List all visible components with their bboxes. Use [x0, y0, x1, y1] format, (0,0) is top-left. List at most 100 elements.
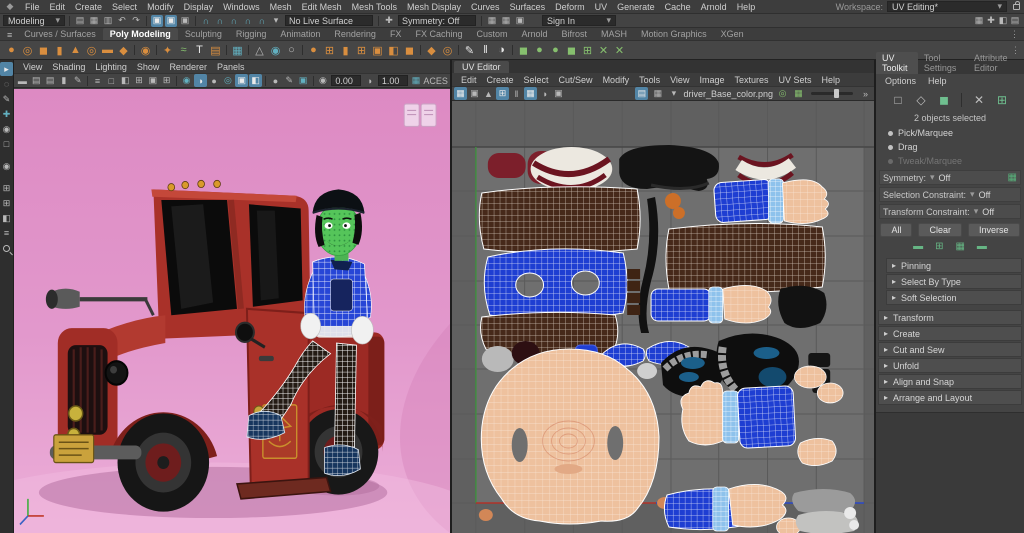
menu-mesh-tools[interactable]: Mesh Tools — [347, 2, 402, 12]
shelf-tab-xgen[interactable]: XGen — [714, 28, 751, 40]
exposure-icon[interactable]: ● — [269, 74, 282, 87]
maya-logo-icon[interactable]: ◆ — [3, 1, 17, 13]
snap-point-icon[interactable]: ∩ — [228, 15, 240, 27]
uv-bake-icon[interactable]: ▦ — [792, 87, 805, 100]
select-hierarchy-icon[interactable]: ▣ — [151, 15, 163, 27]
section-cut-and-sew[interactable]: ▸ Cut and Sew — [878, 342, 1022, 357]
shelf-overflow-dots-icon[interactable]: ⋮ — [1010, 29, 1024, 40]
uv-filter-icon[interactable]: ▣ — [552, 87, 565, 100]
multisample-icon[interactable]: ● — [208, 74, 221, 87]
shaded-icon[interactable]: ◧ — [119, 74, 132, 87]
sign-in-selector[interactable]: Sign In ▾ — [542, 15, 616, 26]
menu-edit-mesh[interactable]: Edit Mesh — [297, 2, 347, 12]
shadows-icon[interactable]: ⊞ — [160, 74, 173, 87]
uv-toolbar-expand-icon[interactable]: » — [859, 87, 872, 100]
snap-curve-icon[interactable]: ∩ — [214, 15, 226, 27]
render-settings-icon[interactable]: ▣ — [514, 15, 526, 27]
uv-menu-help[interactable]: Help — [817, 75, 846, 85]
face-mode-icon[interactable]: ◼ — [936, 92, 952, 108]
uv-menu-tools[interactable]: Tools — [634, 75, 665, 85]
uv-menu-select[interactable]: Select — [519, 75, 554, 85]
shelf-tab-rigging[interactable]: Rigging — [229, 28, 274, 40]
symmetry-option[interactable]: Symmetry: ▾ Off ▦ — [879, 170, 1021, 185]
torus-primitive-icon[interactable]: ◎ — [84, 43, 99, 58]
construction-plane-icon[interactable]: ▦ — [230, 43, 245, 58]
locator-icon[interactable]: ◉ — [268, 43, 283, 58]
undo-icon[interactable]: ↶ — [116, 15, 128, 27]
select-all-button[interactable]: All — [880, 223, 912, 237]
section-transform[interactable]: ▸ Transform — [878, 310, 1022, 325]
delete-edge-icon[interactable]: ◼ — [564, 43, 579, 58]
menu-file[interactable]: File — [20, 2, 45, 12]
uv-grid-toggle-icon[interactable]: ▦ — [454, 87, 467, 100]
layout-four-pane-icon[interactable]: ⊞ — [0, 196, 13, 210]
exposure-reset-icon[interactable]: ◉ — [317, 74, 330, 87]
snap-to-view-icon[interactable]: ▬ — [16, 74, 29, 87]
tab-tool-settings[interactable]: Tool Settings — [918, 52, 968, 74]
menu-curves[interactable]: Curves — [466, 2, 505, 12]
reorder-icon[interactable]: ✕ — [596, 43, 611, 58]
insert-edge-loop-icon[interactable]: ‖ — [478, 43, 493, 58]
colorspace-icon[interactable]: ▦ — [410, 74, 423, 87]
disc-primitive-icon[interactable]: ◆ — [116, 43, 131, 58]
tk-menu-options[interactable]: Options — [880, 76, 921, 86]
symmetry-field[interactable]: Symmetry: Off — [398, 15, 476, 26]
uv-menu-view[interactable]: View — [665, 75, 694, 85]
to-edge-icon[interactable]: ⊞ — [935, 241, 943, 252]
camera-attrs-icon[interactable]: ▤ — [30, 74, 43, 87]
tk-menu-help[interactable]: Help — [923, 76, 952, 86]
menu-windows[interactable]: Windows — [218, 2, 265, 12]
separate-icon[interactable]: ▮ — [338, 43, 353, 58]
target-weld-icon[interactable]: ◼ — [516, 43, 531, 58]
live-surface-field[interactable]: No Live Surface — [285, 15, 373, 26]
to-face-icon[interactable]: ▦ — [955, 241, 964, 252]
transform-constraint-option[interactable]: Transform Constraint: ▾ Off — [879, 204, 1021, 219]
radio-drag[interactable]: Drag — [876, 140, 1024, 154]
exposure-field[interactable]: 0.00 — [331, 75, 361, 86]
symmetry-plus-icon[interactable]: ✚ — [383, 15, 395, 27]
section-arrange-and-layout[interactable]: ▸ Arrange and Layout — [878, 390, 1022, 405]
save-scene-icon[interactable]: ▥ — [102, 15, 114, 27]
sphere-primitive-icon[interactable]: ● — [4, 43, 19, 58]
2d-pan-zoom-icon[interactable]: ✎ — [71, 74, 84, 87]
uv-canvas[interactable] — [452, 101, 874, 533]
modeling-toolkit-icon[interactable]: ▦ — [973, 15, 985, 27]
menu-mesh[interactable]: Mesh — [265, 2, 297, 12]
move-tool-icon[interactable]: ✚ — [0, 107, 13, 121]
vp-menu-lighting[interactable]: Lighting — [90, 62, 132, 72]
menu-help[interactable]: Help — [732, 2, 761, 12]
bookmark-icon[interactable]: ▤ — [44, 74, 57, 87]
snap-projected-icon[interactable]: ∩ — [242, 15, 254, 27]
svg-tool-icon[interactable]: ▤ — [208, 43, 223, 58]
shelf-tab-bifrost[interactable]: Bifrost — [555, 28, 595, 40]
shelf-tab-rendering[interactable]: Rendering — [327, 28, 383, 40]
uv-menu-textures[interactable]: Textures — [729, 75, 773, 85]
wireframe-icon[interactable]: □ — [105, 74, 118, 87]
shell-mode-icon[interactable]: ✕ — [971, 92, 987, 108]
rotate-tool-icon[interactable]: ◉ — [0, 122, 13, 136]
cylinder-primitive-icon[interactable]: ▮ — [52, 43, 67, 58]
shelf-tab-mash[interactable]: MASH — [594, 28, 634, 40]
vp-menu-renderer[interactable]: Renderer — [164, 62, 212, 72]
vertex-mode-icon[interactable]: ◇ — [913, 92, 929, 108]
render-icon[interactable]: ▦ — [486, 15, 498, 27]
new-scene-icon[interactable]: ▤ — [74, 15, 86, 27]
combine-icon[interactable]: ⊞ — [322, 43, 337, 58]
motion-blur-icon[interactable]: ◑ — [194, 74, 207, 87]
curve-tool-icon[interactable]: ≈ — [176, 43, 191, 58]
camera-icon[interactable]: △ — [252, 43, 267, 58]
type-tool-icon[interactable]: T — [192, 43, 207, 58]
tab-uv-toolkit[interactable]: UV Toolkit — [876, 52, 918, 74]
shelf-tab-fx-caching[interactable]: FX Caching — [408, 28, 469, 40]
select-component-icon[interactable]: ▣ — [179, 15, 191, 27]
viewport-canvas[interactable] — [14, 89, 450, 533]
plane-primitive-icon[interactable]: ▬ — [100, 43, 115, 58]
selection-constraint-option[interactable]: Selection Constraint: ▾ Off — [879, 187, 1021, 202]
platonic-solid-icon[interactable]: ◉ — [138, 43, 153, 58]
attribute-editor-icon[interactable]: ▤ — [1009, 15, 1021, 27]
menu-display[interactable]: Display — [179, 2, 219, 12]
textured-icon[interactable]: ⊞ — [133, 74, 146, 87]
island-mode-icon[interactable]: ⊞ — [994, 92, 1010, 108]
cube-primitive-icon[interactable]: ◼ — [36, 43, 51, 58]
last-tool-icon[interactable]: ◉ — [0, 159, 13, 173]
